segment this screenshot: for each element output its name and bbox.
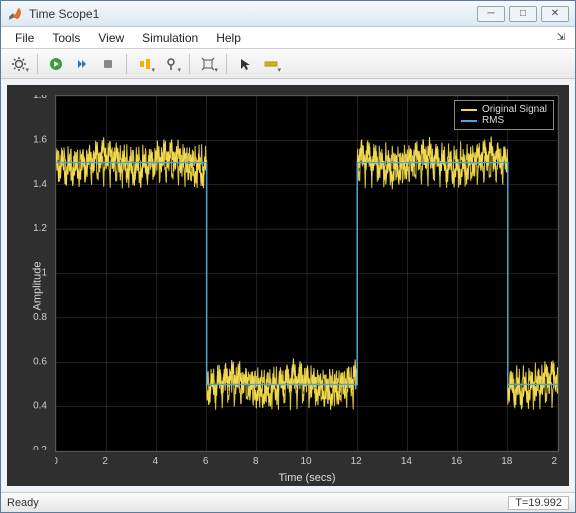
menu-view[interactable]: View (90, 29, 132, 47)
svg-text:12: 12 (351, 456, 363, 467)
chevron-down-icon: ▾ (177, 66, 181, 74)
cursor-button[interactable] (233, 52, 257, 76)
svg-text:0.4: 0.4 (33, 401, 47, 412)
toolbar-separator (189, 54, 190, 74)
svg-text:20: 20 (551, 456, 557, 467)
measure-button[interactable]: ▾ (259, 52, 283, 76)
menubar: File Tools View Simulation Help ⇲ (1, 27, 575, 49)
legend-row-original: Original Signal (461, 104, 547, 115)
chevron-down-icon: ▾ (151, 66, 155, 74)
menu-simulation[interactable]: Simulation (134, 29, 206, 47)
svg-text:16: 16 (451, 456, 463, 467)
chevron-down-icon: ▾ (25, 66, 29, 74)
svg-text:0.8: 0.8 (33, 312, 47, 323)
toolbar-separator (126, 54, 127, 74)
svg-text:0: 0 (55, 456, 58, 467)
close-button[interactable]: ✕ (541, 6, 569, 22)
x-ticks: 0 2 4 6 8 10 12 14 16 18 20 (55, 452, 557, 472)
svg-text:6: 6 (203, 456, 209, 467)
menu-tools[interactable]: Tools (44, 29, 88, 47)
plot-svg (56, 96, 558, 451)
legend-swatch-original (461, 109, 477, 111)
y-ticks: 0.2 0.4 0.6 0.8 1 1.2 1.4 1.6 1.8 (7, 95, 53, 450)
marker-button[interactable]: ▾ (159, 52, 183, 76)
svg-text:0.2: 0.2 (33, 445, 47, 450)
legend-label-original: Original Signal (482, 104, 547, 115)
plot-frame: Amplitude Time (secs) 0.20.40.60.811.21.… (7, 85, 569, 486)
legend-row-rms: RMS (461, 115, 547, 126)
minimize-button[interactable]: ─ (477, 6, 505, 22)
legend-swatch-rms (461, 120, 477, 122)
plot-container: Amplitude Time (secs) 0.20.40.60.811.21.… (1, 79, 575, 492)
svg-text:0.6: 0.6 (33, 356, 47, 367)
svg-text:1.4: 1.4 (33, 179, 47, 190)
svg-text:18: 18 (501, 456, 513, 467)
statusbar: Ready T=19.992 (1, 492, 575, 512)
settings-button[interactable]: ▾ (7, 52, 31, 76)
app-window: Time Scope1 ─ □ ✕ File Tools View Simula… (0, 0, 576, 513)
svg-text:2: 2 (102, 456, 108, 467)
svg-text:1.8: 1.8 (33, 95, 47, 101)
svg-text:1.6: 1.6 (33, 134, 47, 145)
legend-label-rms: RMS (482, 115, 504, 126)
toolbar-separator (226, 54, 227, 74)
svg-text:8: 8 (253, 456, 259, 467)
step-forward-button[interactable] (70, 52, 94, 76)
x-axis-label: Time (secs) (55, 472, 559, 484)
trigger-button[interactable]: ▾ (133, 52, 157, 76)
menu-help[interactable]: Help (208, 29, 249, 47)
svg-text:10: 10 (300, 456, 312, 467)
plot-area[interactable]: Original Signal RMS (55, 95, 559, 452)
chevron-down-icon: ▾ (277, 66, 281, 74)
window-buttons: ─ □ ✕ (477, 6, 569, 22)
titlebar: Time Scope1 ─ □ ✕ (1, 1, 575, 27)
menubar-overflow-icon[interactable]: ⇲ (557, 32, 569, 43)
stop-button[interactable] (96, 52, 120, 76)
svg-text:14: 14 (401, 456, 413, 467)
toolbar: ▾ ▾ ▾ ▾ ▾ (1, 49, 575, 79)
matlab-icon (7, 6, 23, 22)
status-ready: Ready (7, 497, 39, 509)
maximize-button[interactable]: □ (509, 6, 537, 22)
status-time: T=19.992 (508, 496, 569, 510)
chevron-down-icon: ▾ (214, 66, 218, 74)
svg-text:1: 1 (41, 268, 47, 279)
svg-text:4: 4 (153, 456, 159, 467)
svg-text:1.2: 1.2 (33, 223, 47, 234)
legend[interactable]: Original Signal RMS (454, 100, 554, 130)
zoom-extents-button[interactable]: ▾ (196, 52, 220, 76)
window-title: Time Scope1 (29, 7, 477, 21)
run-button[interactable] (44, 52, 68, 76)
menu-file[interactable]: File (7, 29, 42, 47)
toolbar-separator (37, 54, 38, 74)
